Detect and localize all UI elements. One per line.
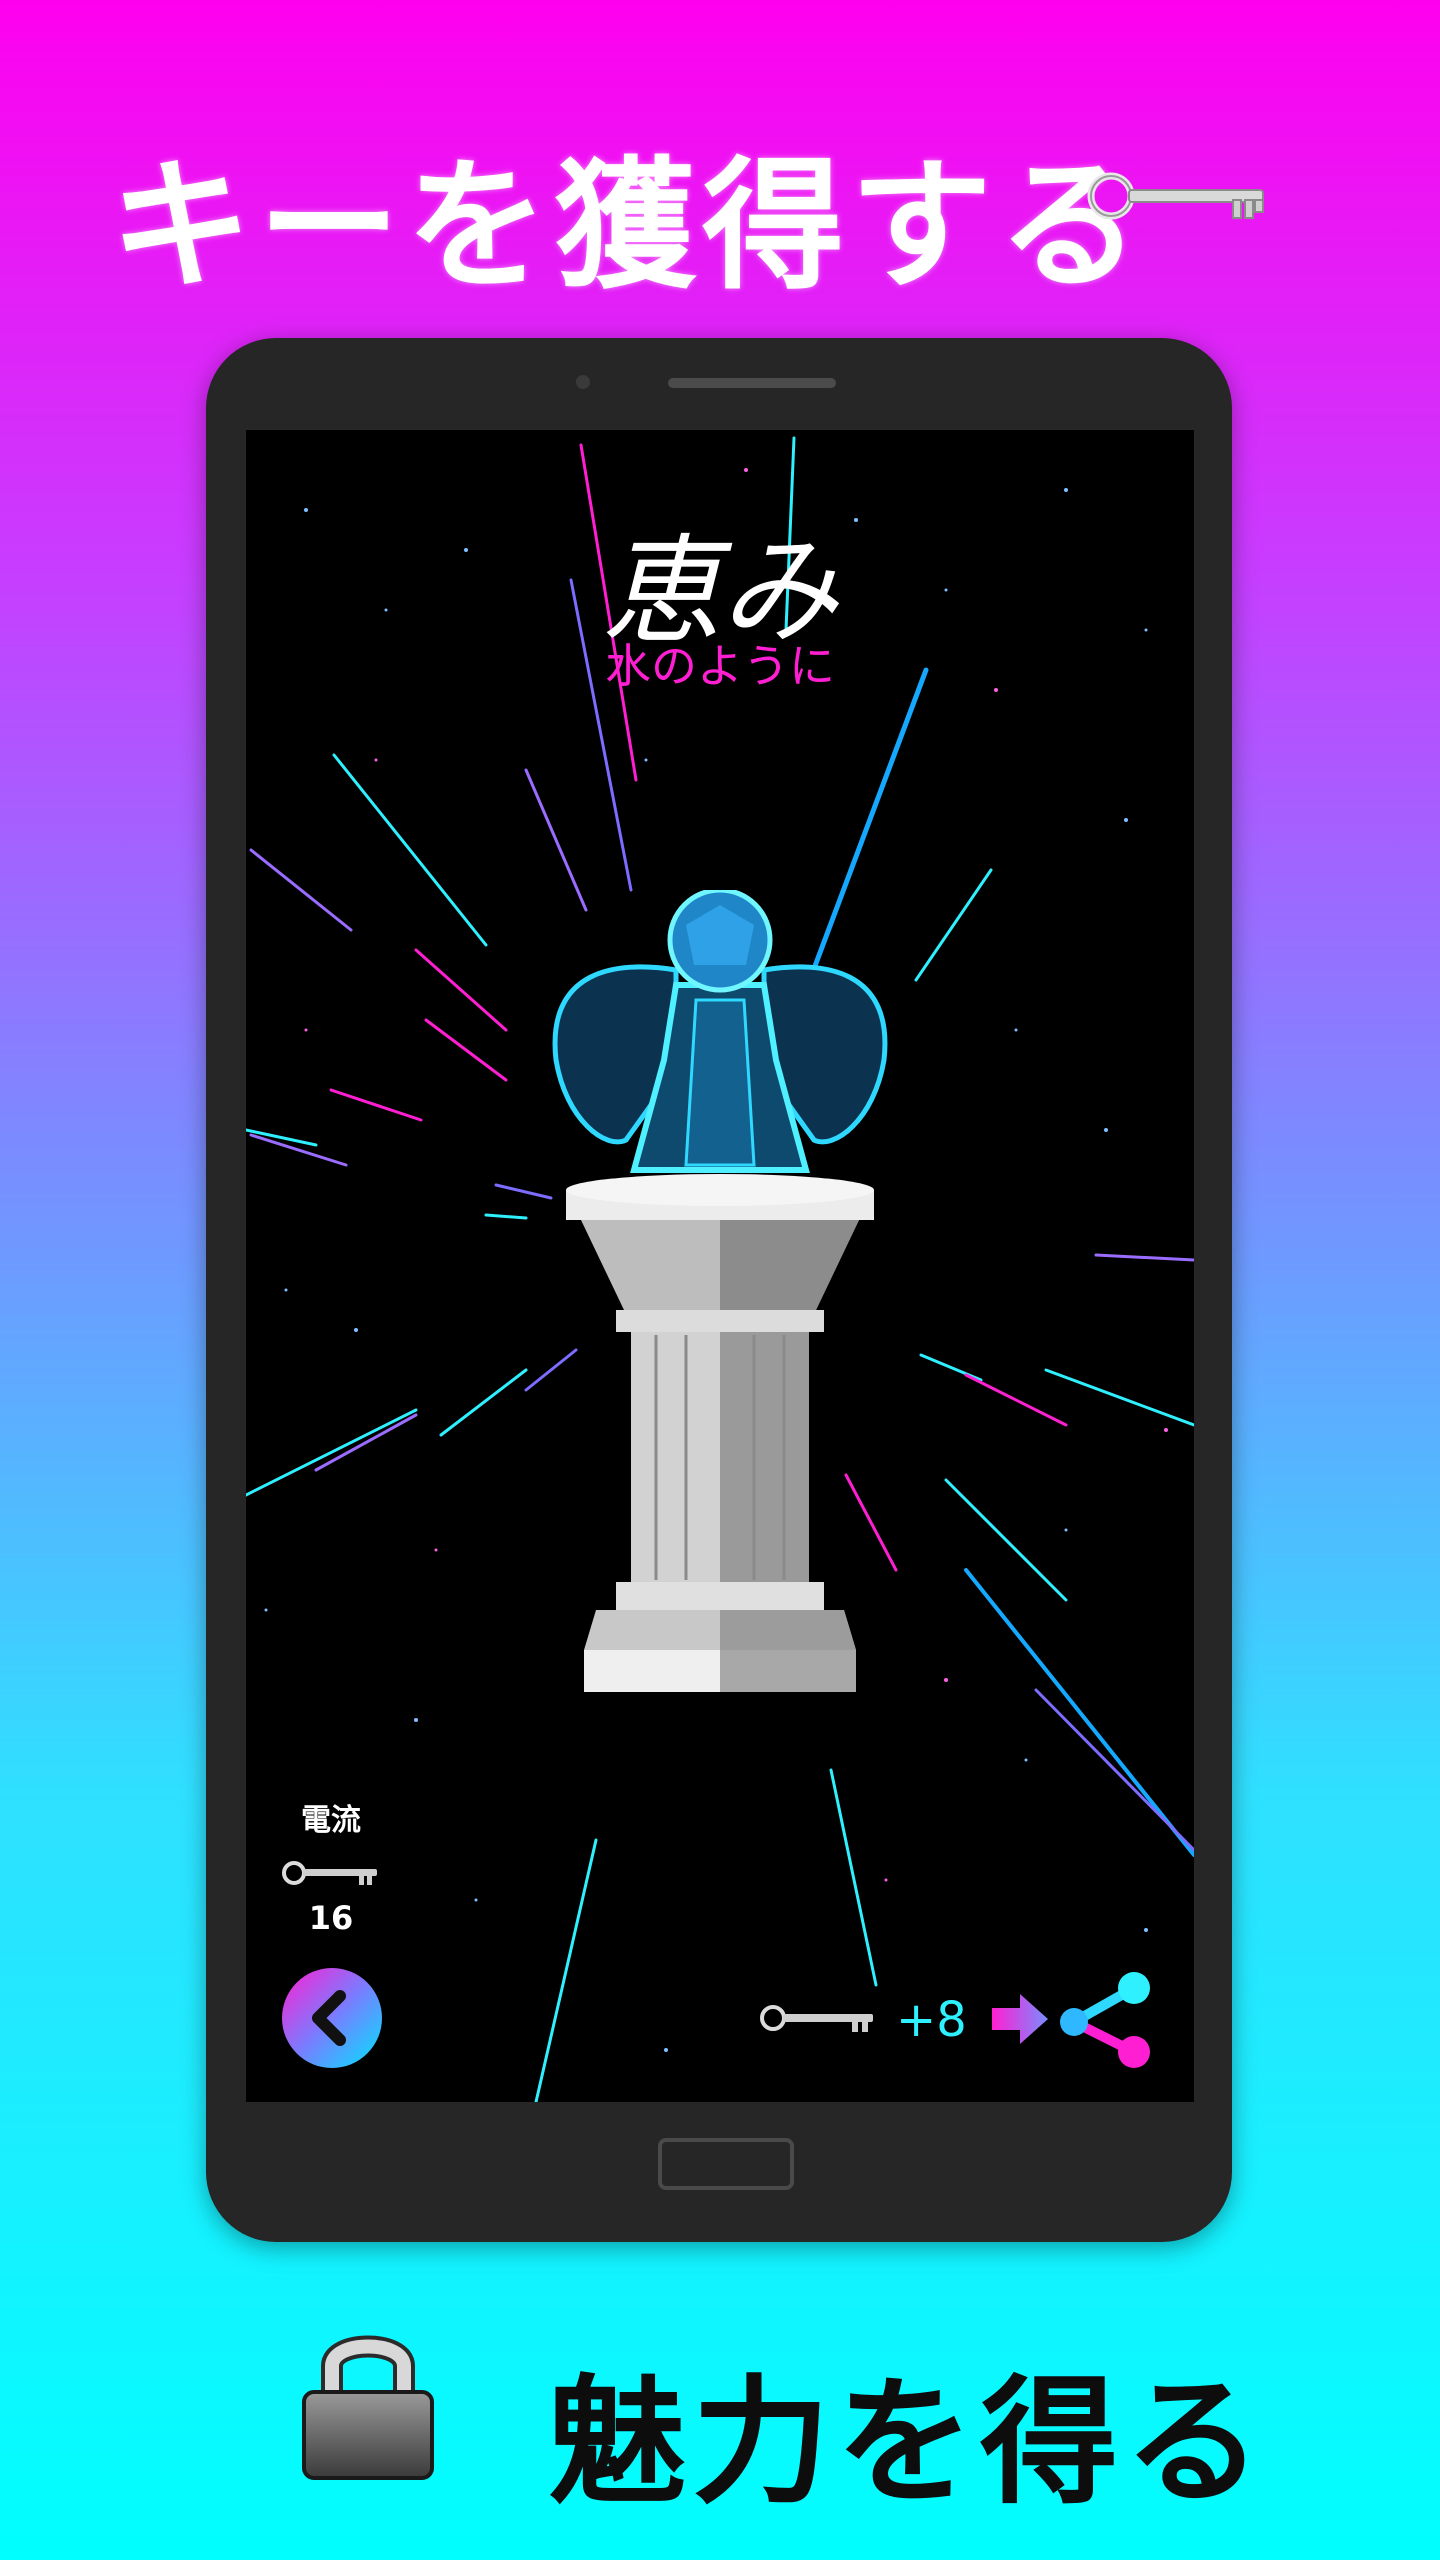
promo-headline-bottom: 魅力を得る — [548, 2362, 1269, 2523]
phone-home-button — [658, 2138, 794, 2190]
share-icon[interactable] — [1058, 1970, 1154, 2070]
key-count: 16 — [308, 1899, 354, 1937]
phone-mockup: 恵み 水のように 電流 16 +8 — [206, 338, 1232, 2242]
key-icon — [282, 1861, 377, 1885]
reward-row: +8 — [756, 1970, 1186, 2070]
padlock-icon — [302, 2335, 434, 2480]
reward-amount: +8 — [896, 1992, 967, 2048]
phone-camera — [576, 375, 590, 389]
key-icon — [760, 2005, 873, 2032]
chevron-left-icon — [312, 1990, 346, 2046]
current-label: 電流 — [301, 1803, 361, 1838]
back-button[interactable] — [282, 1968, 382, 2068]
arrow-right-icon[interactable] — [992, 1994, 1048, 2044]
charm-subtitle: 水のように — [605, 639, 835, 693]
game-screen: 恵み 水のように 電流 16 +8 — [246, 430, 1194, 2102]
angel-statue-on-pillar — [552, 890, 888, 1692]
promo-headline-top: キーを獲得する — [110, 144, 1146, 309]
key-icon — [1087, 172, 1264, 220]
phone-speaker — [668, 378, 836, 388]
key-balance-panel: 電流 16 — [266, 1795, 396, 1937]
